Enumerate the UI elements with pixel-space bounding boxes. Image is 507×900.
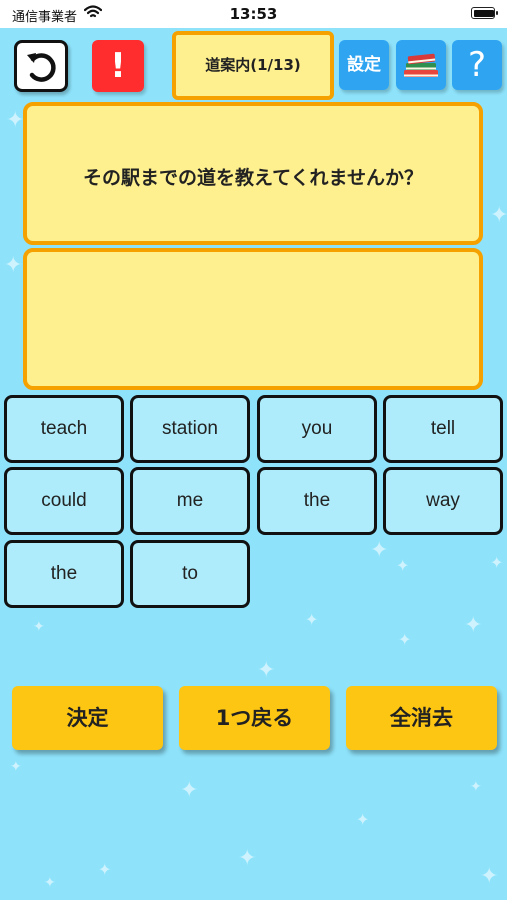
question-text: その駅までの道を教えてくれませんか？ <box>83 167 423 189</box>
sparkle-icon: ✦ <box>490 203 507 228</box>
battery-fill <box>473 9 494 17</box>
word-tile[interactable]: the <box>257 467 377 535</box>
word-tile[interactable]: station <box>130 395 250 463</box>
word-tile[interactable]: you <box>257 395 377 463</box>
clear-all-button[interactable]: 全消去 <box>346 686 497 750</box>
word-tile[interactable]: the <box>4 540 124 608</box>
sparkle-icon: ✦ <box>180 778 199 803</box>
sparkle-icon: ✦ <box>10 759 22 775</box>
sparkle-icon: ✦ <box>470 779 482 795</box>
sparkle-icon: ✦ <box>33 619 45 635</box>
word-tile[interactable]: to <box>130 540 250 608</box>
battery-icon <box>471 7 498 19</box>
sparkle-icon: ✦ <box>4 253 23 278</box>
answer-text <box>27 252 479 280</box>
settings-button[interactable]: 設定 <box>339 40 389 90</box>
lesson-title: 道案内(1/13) <box>172 31 334 100</box>
sparkle-icon: ✦ <box>238 846 257 871</box>
answer-panel[interactable] <box>23 248 483 390</box>
sparkle-icon: ✦ <box>98 860 112 879</box>
status-bar: 通信事業者 13:53 <box>0 0 507 28</box>
sparkle-icon: ✦ <box>396 556 410 575</box>
clock: 13:53 <box>229 5 278 23</box>
back-one-button[interactable]: 1つ戻る <box>179 686 330 750</box>
word-tile[interactable]: way <box>383 467 503 535</box>
sparkle-icon: ✦ <box>44 875 56 891</box>
undo-arrow-icon <box>27 53 56 82</box>
word-tile[interactable]: could <box>4 467 124 535</box>
word-tile[interactable]: me <box>130 467 250 535</box>
books-icon <box>404 53 438 77</box>
question-panel: その駅までの道を教えてくれませんか？ <box>23 102 483 245</box>
sparkle-icon: ✦ <box>6 108 25 133</box>
sparkle-icon: ✦ <box>464 613 483 638</box>
decide-button[interactable]: 決定 <box>12 686 163 750</box>
sparkle-icon: ✦ <box>490 553 504 572</box>
help-button[interactable]: ? <box>452 40 502 90</box>
alert-button[interactable]: ! <box>92 40 144 92</box>
sparkle-icon: ✦ <box>305 610 319 629</box>
undo-button[interactable] <box>14 40 68 92</box>
sparkle-icon: ✦ <box>356 810 370 829</box>
word-tile[interactable]: teach <box>4 395 124 463</box>
sparkle-icon: ✦ <box>480 864 499 889</box>
sparkle-icon: ✦ <box>398 630 412 649</box>
sparkle-icon: ✦ <box>257 658 276 683</box>
word-tile[interactable]: tell <box>383 395 503 463</box>
books-button[interactable] <box>396 40 446 90</box>
sparkle-icon: ✦ <box>370 538 389 563</box>
